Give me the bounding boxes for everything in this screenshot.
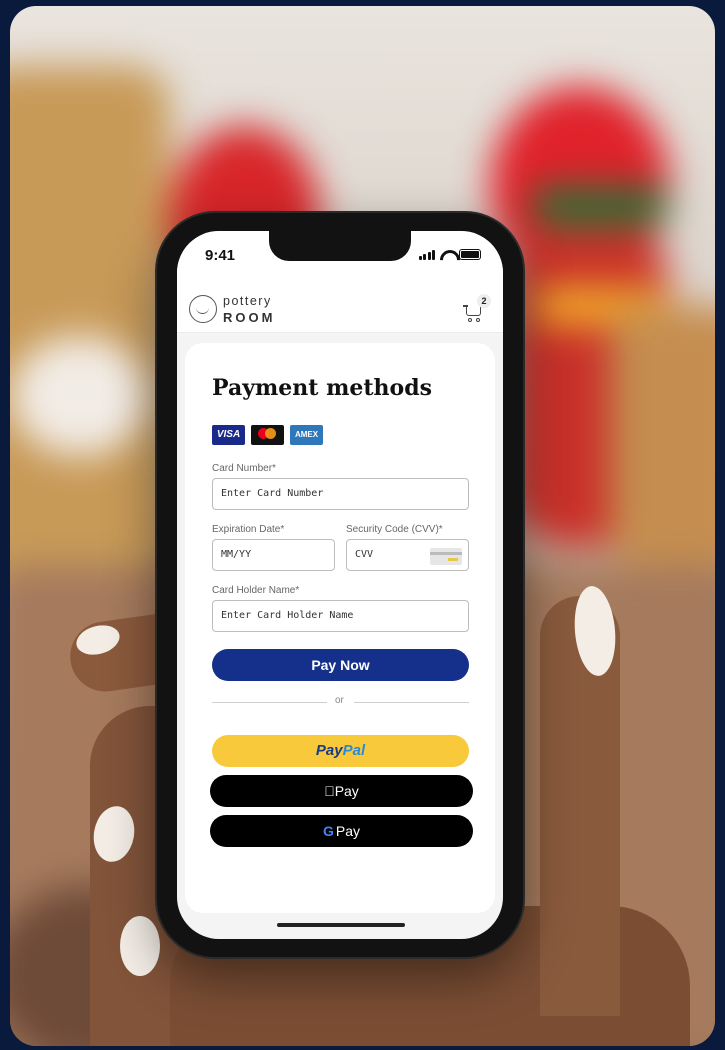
page-title: Payment methods (212, 375, 432, 401)
paypal-label-part1: Pay (315, 742, 343, 759)
divider-right (354, 702, 469, 703)
cvv-input[interactable]: CVV (346, 539, 469, 571)
status-icons (418, 249, 481, 260)
cart-count-badge: 2 (477, 294, 491, 308)
app-header: pottery ROOM 2 (177, 275, 503, 333)
card-number-input[interactable]: Enter Card Number (212, 478, 469, 510)
google-pay-label: Pay (335, 823, 360, 839)
brand-name-bottom[interactable]: ROOM (223, 310, 275, 325)
or-separator: or (335, 695, 344, 706)
holder-name-input[interactable]: Enter Card Holder Name (212, 600, 469, 632)
apple-icon:  (324, 783, 335, 799)
apple-pay-button[interactable]: Pay (210, 775, 473, 807)
apple-pay-label: Pay (329, 783, 359, 799)
cvv-label: Security Code (CVV)* (346, 524, 443, 535)
google-g-icon: G (322, 823, 334, 839)
visa-logo: VISA (212, 425, 245, 445)
battery-icon (459, 249, 481, 260)
status-time: 9:41 (205, 247, 236, 264)
brand-logo-icon[interactable] (189, 295, 217, 323)
pay-now-button[interactable]: Pay Now (212, 649, 469, 681)
holder-name-label: Card Holder Name* (212, 585, 300, 596)
card-number-label: Card Number* (212, 463, 276, 474)
fingernail (120, 916, 160, 976)
amex-logo: AMEX (290, 425, 323, 445)
brand-name-top[interactable]: pottery (223, 294, 272, 308)
paypal-button[interactable]: PayPal (212, 735, 469, 767)
cart-button[interactable]: 2 (463, 294, 491, 323)
mastercard-logo (251, 425, 284, 445)
expiration-input[interactable]: MM/YY (212, 539, 335, 571)
phone-screen: 9:41 pottery ROOM 2 Payment methods VISA… (177, 231, 503, 939)
cvv-placeholder: CVV (355, 549, 374, 560)
phone-notch (269, 231, 411, 261)
expiration-label: Expiration Date* (212, 524, 285, 535)
phone-device: 9:41 pottery ROOM 2 Payment methods VISA… (157, 213, 523, 957)
payment-card: Payment methods VISA AMEX Card Number* E… (185, 343, 495, 913)
home-indicator[interactable] (277, 923, 405, 927)
card-back-icon (430, 548, 462, 565)
paypal-label-part2: Pal (342, 742, 366, 759)
google-pay-button[interactable]: G Pay (210, 815, 473, 847)
divider-left (212, 702, 327, 703)
accepted-cards: VISA AMEX (212, 425, 323, 445)
signal-icon (418, 250, 435, 260)
wifi-icon (440, 250, 454, 260)
